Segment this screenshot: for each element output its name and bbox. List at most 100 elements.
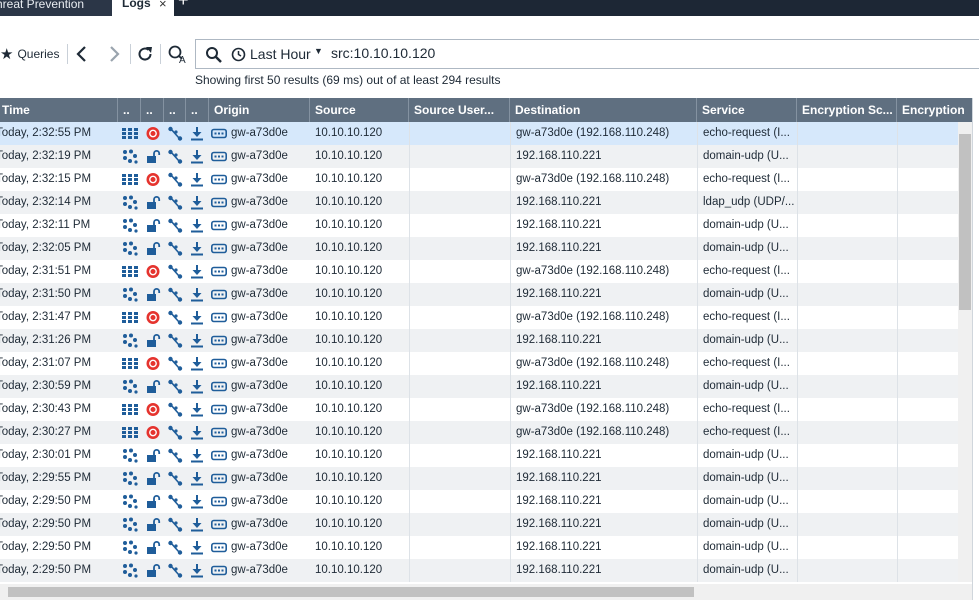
- column-header-action[interactable]: ..: [141, 98, 164, 122]
- blade-icon: [167, 149, 183, 164]
- cell-time: Today, 2:29:50 PM: [0, 518, 92, 530]
- refresh-button[interactable]: [135, 44, 155, 64]
- accept-lock-icon: [145, 494, 161, 509]
- table-row[interactable]: Today, 2:32:15 PM gw-a73d0e 10.10.10.120 gw…: [0, 168, 958, 191]
- column-header-source-user[interactable]: Source User...: [409, 98, 510, 122]
- cell-origin: gw-a73d0e: [231, 127, 288, 139]
- column-header-time[interactable]: Time: [0, 98, 118, 122]
- blade-icon: [167, 471, 183, 486]
- table-row[interactable]: Today, 2:30:01 PM gw-a73d0e 10.10.10.120 19…: [0, 444, 958, 467]
- download-icon[interactable]: [189, 218, 205, 233]
- app-control-icon: [122, 379, 138, 394]
- table-row[interactable]: Today, 2:31:07 PM gw-a73d0e 10.10.10.120 gw…: [0, 352, 958, 375]
- cell-source: 10.10.10.120: [315, 127, 383, 139]
- column-header-encryption-scheme[interactable]: Encryption Sc...: [797, 98, 897, 122]
- back-button[interactable]: [72, 44, 92, 64]
- column-header-type[interactable]: ..: [118, 98, 141, 122]
- cell-origin: gw-a73d0e: [231, 357, 288, 369]
- forward-button[interactable]: [104, 44, 124, 64]
- download-icon[interactable]: [189, 195, 205, 210]
- gateway-icon: [211, 149, 227, 164]
- horizontal-scroll-thumb[interactable]: [8, 587, 694, 597]
- column-header-service[interactable]: Service: [697, 98, 797, 122]
- column-header-direction[interactable]: ..: [186, 98, 209, 122]
- table-row[interactable]: Today, 2:32:05 PM gw-a73d0e 10.10.10.120 19…: [0, 237, 958, 260]
- table-row[interactable]: Today, 2:32:14 PM gw-a73d0e 10.10.10.120 19…: [0, 191, 958, 214]
- download-icon[interactable]: [189, 333, 205, 348]
- download-icon[interactable]: [189, 356, 205, 371]
- cell-source: 10.10.10.120: [315, 196, 383, 208]
- time-period-select[interactable]: Last Hour: [250, 46, 311, 62]
- table-row[interactable]: Today, 2:32:11 PM gw-a73d0e 10.10.10.120 19…: [0, 214, 958, 237]
- column-header-encryption[interactable]: Encryption: [897, 98, 972, 122]
- accept-lock-icon: [145, 448, 161, 463]
- tab-threat-prevention[interactable]: hreat Prevention: [0, 0, 112, 16]
- column-header-source[interactable]: Source: [310, 98, 409, 122]
- column-header-origin[interactable]: Origin: [209, 98, 310, 122]
- download-icon[interactable]: [189, 241, 205, 256]
- cell-destination: gw-a73d0e (192.168.110.248): [516, 173, 670, 185]
- horizontal-scrollbar[interactable]: [0, 584, 972, 600]
- search-input[interactable]: src:10.10.10.120: [331, 45, 435, 61]
- download-icon[interactable]: [189, 402, 205, 417]
- results-summary: Showing first 50 results (69 ms) out of …: [195, 73, 501, 87]
- cell-time: Today, 2:31:47 PM: [0, 311, 92, 323]
- gateway-icon: [211, 425, 227, 440]
- blade-icon: [167, 402, 183, 417]
- app-control-icon: [122, 218, 138, 233]
- download-icon[interactable]: [189, 172, 205, 187]
- download-icon[interactable]: [189, 425, 205, 440]
- table-row[interactable]: Today, 2:32:55 PM gw-a73d0e 10.10.10.120 gw…: [0, 122, 958, 145]
- table-row[interactable]: Today, 2:31:51 PM gw-a73d0e 10.10.10.120 gw…: [0, 260, 958, 283]
- table-row[interactable]: Today, 2:31:26 PM gw-a73d0e 10.10.10.120 19…: [0, 329, 958, 352]
- firewall-grid-icon: [122, 356, 138, 371]
- download-icon[interactable]: [189, 517, 205, 532]
- table-row[interactable]: Today, 2:29:50 PM gw-a73d0e 10.10.10.120 19…: [0, 559, 958, 582]
- download-icon[interactable]: [189, 149, 205, 164]
- add-tab-button[interactable]: +: [176, 0, 194, 16]
- download-icon[interactable]: [189, 379, 205, 394]
- table-row[interactable]: Today, 2:30:43 PM gw-a73d0e 10.10.10.120 gw…: [0, 398, 958, 421]
- table-row[interactable]: Today, 2:31:50 PM gw-a73d0e 10.10.10.120 19…: [0, 283, 958, 306]
- cell-service: domain-udp (U...: [703, 472, 789, 484]
- close-tab-icon[interactable]: ×: [159, 0, 167, 10]
- download-icon[interactable]: [189, 310, 205, 325]
- cell-origin: gw-a73d0e: [231, 288, 288, 300]
- column-header-destination[interactable]: Destination: [510, 98, 697, 122]
- table-row[interactable]: Today, 2:31:47 PM gw-a73d0e 10.10.10.120 gw…: [0, 306, 958, 329]
- download-icon[interactable]: [189, 287, 205, 302]
- vertical-scroll-thumb[interactable]: [959, 134, 971, 310]
- firewall-grid-icon: [122, 264, 138, 279]
- table-row[interactable]: Today, 2:30:59 PM gw-a73d0e 10.10.10.120 19…: [0, 375, 958, 398]
- caret-down-icon[interactable]: ▼: [314, 46, 323, 56]
- cell-service: domain-udp (U...: [703, 219, 789, 231]
- table-row[interactable]: Today, 2:29:55 PM gw-a73d0e 10.10.10.120 19…: [0, 467, 958, 490]
- column-header-blade[interactable]: ..: [164, 98, 186, 122]
- toolbar-divider: [130, 44, 131, 64]
- cell-destination: gw-a73d0e (192.168.110.248): [516, 311, 670, 323]
- cell-destination: 192.168.110.221: [516, 380, 602, 392]
- cell-source: 10.10.10.120: [315, 242, 383, 254]
- cell-origin: gw-a73d0e: [231, 541, 288, 553]
- download-icon[interactable]: [189, 563, 205, 578]
- tab-logs[interactable]: Logs ×: [112, 0, 174, 16]
- download-icon[interactable]: [189, 540, 205, 555]
- download-icon[interactable]: [189, 471, 205, 486]
- download-icon[interactable]: [189, 448, 205, 463]
- download-icon[interactable]: [189, 264, 205, 279]
- vertical-scrollbar[interactable]: [958, 122, 972, 582]
- search-bar[interactable]: Last Hour ▼ src:10.10.10.120: [195, 39, 979, 69]
- table-row[interactable]: Today, 2:29:50 PM gw-a73d0e 10.10.10.120 19…: [0, 490, 958, 513]
- app-control-icon: [122, 287, 138, 302]
- table-row[interactable]: Today, 2:29:50 PM gw-a73d0e 10.10.10.120 19…: [0, 536, 958, 559]
- query-syntax-button[interactable]: A: [167, 44, 187, 66]
- chevron-right-icon: [110, 46, 120, 62]
- cell-service: domain-udp (U...: [703, 334, 789, 346]
- app-control-icon: [122, 241, 138, 256]
- table-row[interactable]: Today, 2:30:27 PM gw-a73d0e 10.10.10.120 gw…: [0, 421, 958, 444]
- download-icon[interactable]: [189, 126, 205, 141]
- table-row[interactable]: Today, 2:32:19 PM gw-a73d0e 10.10.10.120 19…: [0, 145, 958, 168]
- queries-button[interactable]: ★ Queries: [0, 45, 59, 63]
- table-row[interactable]: Today, 2:29:50 PM gw-a73d0e 10.10.10.120 19…: [0, 513, 958, 536]
- download-icon[interactable]: [189, 494, 205, 509]
